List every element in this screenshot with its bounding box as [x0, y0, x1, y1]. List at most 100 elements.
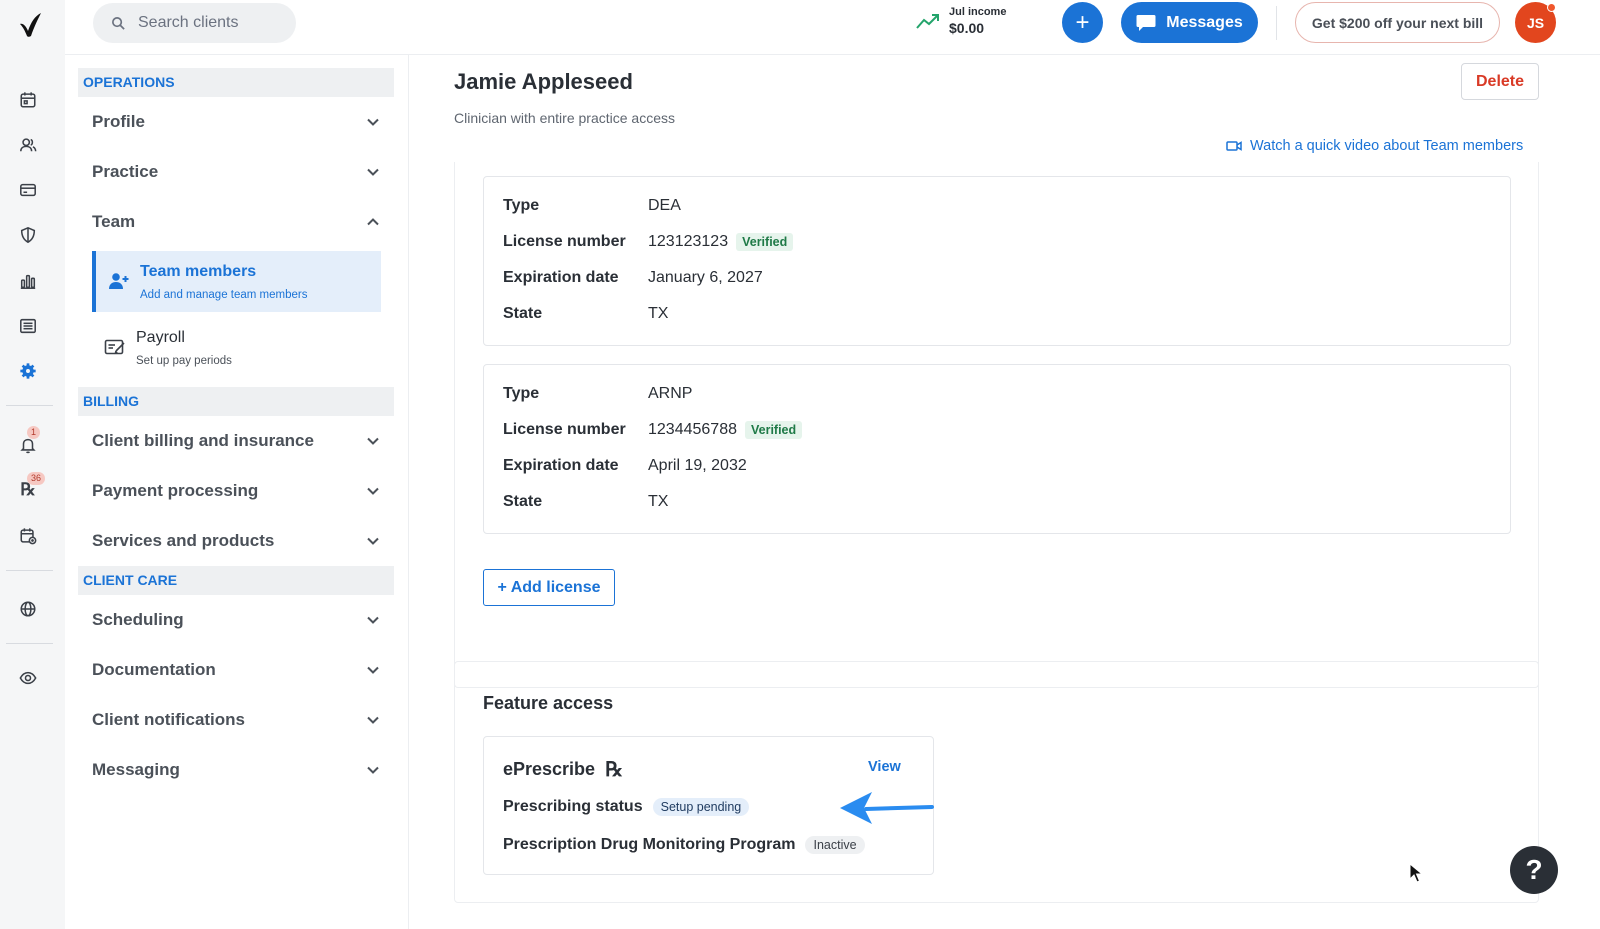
license-expiration: April 19, 2032 [648, 457, 747, 474]
avatar[interactable]: JS [1515, 2, 1556, 43]
field-label: State [503, 305, 543, 322]
analytics-icon[interactable] [14, 267, 42, 295]
chevron-down-icon [367, 537, 379, 545]
search-icon [112, 16, 125, 30]
sub-item-payroll[interactable]: Payroll Set up pay periods [92, 317, 381, 378]
rail-divider [6, 570, 53, 571]
field-label: License number [503, 233, 626, 250]
prescribing-status-label: Prescribing status [503, 798, 643, 815]
license-row-number: License number 1234456788 Verified [503, 421, 803, 439]
rx-icon: ℞ [605, 757, 624, 781]
pdmp-label: Prescription Drug Monitoring Program [503, 836, 796, 853]
avatar-initials: JS [1526, 14, 1545, 31]
nav-item-label: Messaging [92, 760, 180, 779]
licenses-panel: Type DEA License number 123123123 Verifi… [454, 162, 1539, 688]
license-number: 123123123 [648, 233, 729, 250]
nav-item-client-billing[interactable]: Client billing and insurance [92, 426, 382, 456]
nav-item-label: Practice [92, 162, 159, 181]
feature-access-title: Feature access [483, 693, 614, 713]
nav-item-scheduling[interactable]: Scheduling [92, 605, 382, 635]
add-license-button[interactable]: + Add license [483, 569, 615, 606]
nav-item-services-products[interactable]: Services and products [92, 526, 382, 556]
license-expiration: January 6, 2027 [648, 269, 763, 286]
field-label: Type [503, 197, 540, 214]
feature-access-panel: Feature access ePrescribe ℞ View Prescri… [454, 661, 1539, 903]
search-input[interactable]: Search clients [93, 3, 296, 43]
nav-item-payment-processing[interactable]: Payment processing [92, 476, 382, 506]
nav-item-label: Client notifications [92, 710, 245, 729]
nav-item-label: Team [92, 212, 136, 231]
license-row-type: Type ARNP [503, 385, 692, 403]
nav-item-messaging[interactable]: Messaging [92, 755, 382, 785]
license-card: Type DEA License number 123123123 Verifi… [483, 176, 1511, 346]
nav-item-label: Documentation [92, 660, 216, 679]
topbar-divider [1276, 6, 1277, 40]
prescribing-status-row: Prescribing status Setup pending [503, 798, 750, 816]
license-row-expiration: Expiration date January 6, 2027 [503, 269, 763, 287]
create-button[interactable]: + [1062, 2, 1103, 43]
nav-item-profile[interactable]: Profile [92, 107, 382, 137]
section-header-operations: OPERATIONS [78, 68, 394, 97]
clients-icon[interactable] [14, 131, 42, 159]
nav-item-label: Scheduling [92, 610, 184, 629]
view-link[interactable]: View [868, 759, 901, 775]
nav-item-practice[interactable]: Practice [92, 157, 382, 187]
chevron-down-icon [367, 766, 379, 774]
nav-item-client-notifications[interactable]: Client notifications [92, 705, 382, 735]
chevron-up-icon [367, 218, 379, 226]
globe-icon[interactable] [14, 595, 42, 623]
help-button[interactable]: ? [1510, 846, 1558, 894]
chevron-down-icon [367, 168, 379, 176]
messages-button[interactable]: Messages [1121, 2, 1258, 43]
chevron-down-icon [367, 616, 379, 624]
eye-icon[interactable] [14, 664, 42, 692]
sub-item-team-members[interactable]: Team members Add and manage team members [92, 251, 381, 312]
sub-item-desc: Add and manage team members [140, 289, 308, 301]
field-label: Type [503, 385, 540, 402]
license-number: 1234456788 [648, 421, 737, 438]
reports-list-icon[interactable] [14, 312, 42, 340]
eprescribe-title-label: ePrescribe [503, 758, 596, 779]
calendar-add-icon[interactable] [14, 522, 42, 550]
section-header-client-care: CLIENT CARE [78, 566, 394, 595]
payroll-check-icon [104, 337, 126, 357]
status-badge: Inactive [805, 836, 865, 854]
field-label: State [503, 493, 543, 510]
license-state: TX [648, 305, 669, 322]
promo-button[interactable]: Get $200 off your next bill [1295, 2, 1500, 43]
avatar-status-dot [1547, 3, 1556, 12]
section-header-billing: BILLING [78, 387, 394, 416]
icon-rail: 1 ℞ 36 [0, 0, 65, 929]
mouse-cursor-icon [1409, 863, 1423, 883]
video-link[interactable]: Watch a quick video about Team members [1226, 138, 1523, 154]
settings-gear-icon[interactable] [14, 357, 42, 385]
field-label: Expiration date [503, 457, 619, 474]
trend-up-icon [916, 14, 939, 29]
license-row-number: License number 123123123 Verified [503, 233, 794, 251]
income-widget[interactable]: Jul income $0.00 [915, 6, 1006, 36]
rail-divider [6, 405, 53, 406]
chevron-down-icon [367, 487, 379, 495]
insurance-shield-icon[interactable] [14, 221, 42, 249]
chevron-down-icon [367, 716, 379, 724]
nav-item-documentation[interactable]: Documentation [92, 655, 382, 685]
nav-item-label: Profile [92, 112, 145, 131]
nav-item-team[interactable]: Team [92, 207, 382, 237]
sub-item-desc: Set up pay periods [136, 355, 232, 367]
chevron-down-icon [367, 118, 379, 126]
billing-card-icon[interactable] [14, 176, 42, 204]
calendar-icon[interactable] [14, 86, 42, 114]
license-row-state: State TX [503, 493, 668, 511]
add-person-icon [108, 271, 130, 291]
license-type: DEA [648, 197, 681, 214]
pointer-arrow-icon [840, 792, 934, 824]
sub-item-title: Payroll [136, 329, 185, 346]
search-placeholder: Search clients [138, 14, 239, 31]
delete-button[interactable]: Delete [1461, 63, 1539, 100]
income-label: Jul income [949, 6, 1007, 18]
app-logo-icon[interactable] [15, 10, 45, 40]
field-label: Expiration date [503, 269, 619, 286]
main-content: Jamie Appleseed Clinician with entire pr… [409, 55, 1600, 929]
license-row-state: State TX [503, 305, 668, 323]
nav-item-label: Client billing and insurance [92, 431, 314, 450]
